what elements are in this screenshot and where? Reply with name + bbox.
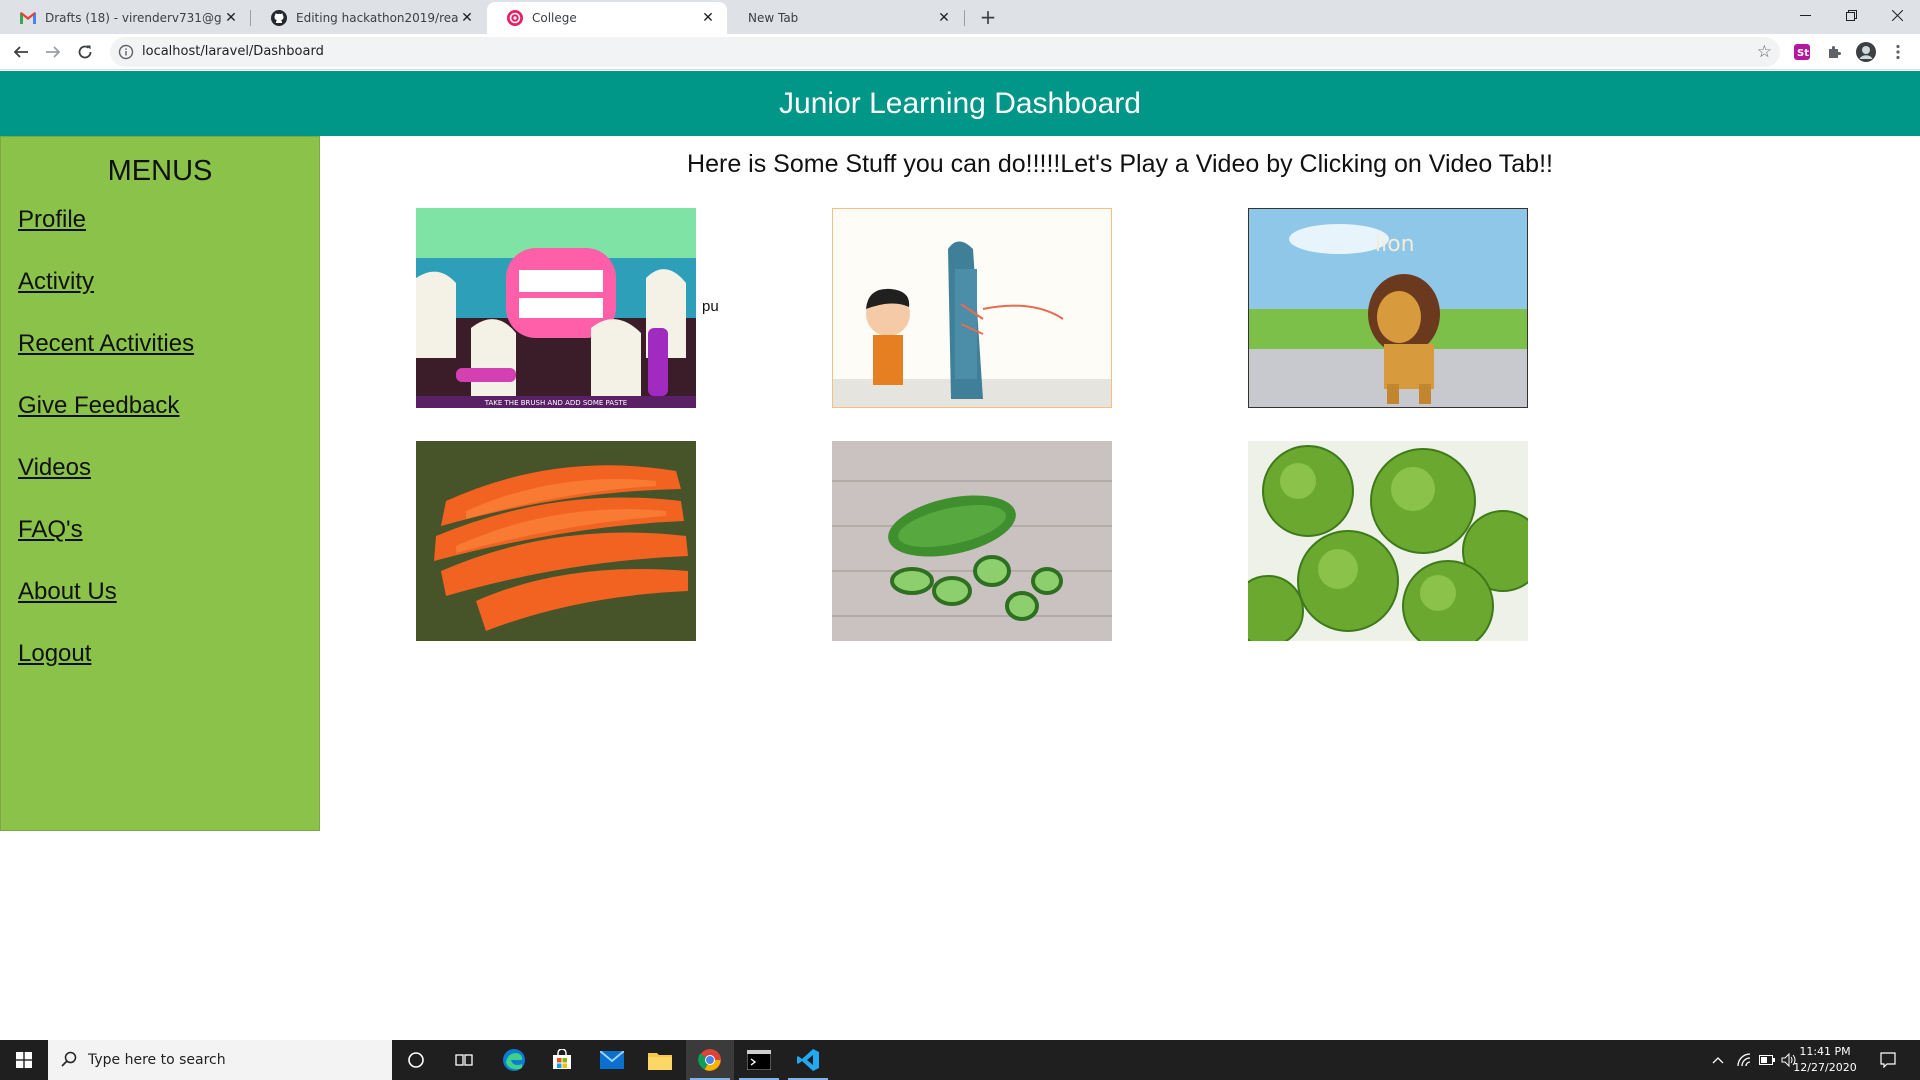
sidebar-menu: Profile Activity Recent Activities Give … <box>1 206 319 702</box>
close-window-icon[interactable] <box>1874 0 1920 30</box>
reload-icon[interactable] <box>72 39 98 65</box>
edge-browser-icon[interactable] <box>490 1040 538 1080</box>
forward-arrow-icon[interactable] <box>40 39 66 65</box>
sidebar-item-about-us[interactable]: About Us <box>18 578 319 640</box>
extensions-puzzle-icon[interactable] <box>1824 42 1844 62</box>
sidebar-title: MENUS <box>107 155 213 187</box>
carrots-image[interactable] <box>416 441 696 641</box>
close-tab-icon[interactable]: ✕ <box>458 10 476 26</box>
file-explorer-icon[interactable] <box>636 1040 684 1080</box>
new-tab-plus-icon[interactable]: + <box>976 5 1000 29</box>
stray-text: pu <box>702 298 719 315</box>
sidebar: MENUS Profile Activity Recent Activities… <box>0 136 320 831</box>
chrome-menu-icon[interactable] <box>1888 42 1908 62</box>
wifi-icon[interactable] <box>1734 1040 1756 1080</box>
search-placeholder: Type here to search <box>88 1052 226 1068</box>
tab-new-tab[interactable]: New Tab ✕ <box>728 2 963 34</box>
github-icon <box>271 10 287 26</box>
restore-icon[interactable] <box>1828 0 1874 30</box>
brussels-sprouts-image[interactable] <box>1248 441 1528 641</box>
show-hidden-icons-chevron-icon[interactable] <box>1704 1040 1732 1080</box>
sidebar-item-faqs[interactable]: FAQ's <box>18 516 319 578</box>
address-bar[interactable]: localhost/laravel/Dashboard ☆ <box>110 37 1780 67</box>
sidebar-item-profile[interactable]: Profile <box>18 206 319 268</box>
windows-start-icon[interactable] <box>0 1040 48 1080</box>
sidebar-item-videos[interactable]: Videos <box>18 454 319 516</box>
clock-date: 12/27/2020 <box>1793 1061 1857 1074</box>
browser-toolbar: localhost/laravel/Dashboard ☆ St <box>0 34 1920 70</box>
page-title: Junior Learning Dashboard <box>779 86 1141 120</box>
minimize-icon[interactable] <box>1782 0 1828 30</box>
sidebar-item-give-feedback[interactable]: Give Feedback <box>18 392 319 454</box>
tab-title: Editing hackathon2019/readme at master <box>296 11 458 25</box>
bitter-gourd-image[interactable] <box>832 441 1112 641</box>
site-info-icon[interactable] <box>118 44 134 60</box>
url-text: localhost/laravel/Dashboard <box>142 44 324 59</box>
tab-github[interactable]: Editing hackathon2019/readme at master ✕ <box>251 2 486 34</box>
task-view-icon[interactable] <box>440 1040 488 1080</box>
tab-separator <box>964 10 965 26</box>
tab-college[interactable]: College ✕ <box>487 2 727 34</box>
thumbnail-caption: lion <box>1375 232 1415 257</box>
browser-tab-strip: Drafts (18) - virenderv731@gmail.com ✕ E… <box>0 0 1920 34</box>
back-arrow-icon[interactable] <box>8 39 34 65</box>
main-heading: Here is Some Stuff you can do!!!!!Let's … <box>687 150 1553 178</box>
search-icon <box>60 1050 78 1072</box>
terminal-icon[interactable] <box>735 1040 783 1080</box>
sidebar-item-logout[interactable]: Logout <box>18 640 319 702</box>
svg-text:St: St <box>1797 48 1809 59</box>
thumbnail-caption: TAKE THE BRUSH AND ADD SOME PASTE <box>484 399 627 407</box>
tab-gmail[interactable]: Drafts (18) - virenderv731@gmail.com ✕ <box>0 2 250 34</box>
notifications-icon[interactable] <box>1868 1040 1908 1080</box>
vscode-icon[interactable] <box>784 1040 832 1080</box>
close-tab-icon[interactable]: ✕ <box>222 10 240 26</box>
teeth-brushing-video-thumbnail[interactable]: TAKE THE BRUSH AND ADD SOME PASTE <box>416 208 696 408</box>
tab-title: New Tab <box>748 11 799 25</box>
taskbar-search-box[interactable]: Type here to search <box>48 1040 392 1080</box>
sidebar-item-recent-activities[interactable]: Recent Activities <box>18 330 319 392</box>
windows-taskbar: Type here to search 11:41 PM 12/27/2020 <box>0 1040 1920 1080</box>
cortana-icon[interactable] <box>392 1040 440 1080</box>
microsoft-store-icon[interactable] <box>538 1040 586 1080</box>
stylish-extension-icon[interactable]: St <box>1792 42 1812 62</box>
clock-time: 11:41 PM <box>1799 1045 1851 1058</box>
gmail-icon <box>20 10 36 26</box>
sidebar-item-activity[interactable]: Activity <box>18 268 319 330</box>
dashboard-header: Junior Learning Dashboard <box>0 71 1920 136</box>
tab-title: College <box>532 11 577 25</box>
profile-avatar-icon[interactable] <box>1856 42 1876 62</box>
bookmark-star-icon[interactable]: ☆ <box>1757 42 1772 62</box>
shoe-lace-tying-video-thumbnail[interactable] <box>832 208 1112 408</box>
college-site-icon <box>507 10 523 26</box>
close-tab-icon[interactable]: ✕ <box>699 10 717 26</box>
mail-icon[interactable] <box>588 1040 636 1080</box>
close-tab-icon[interactable]: ✕ <box>935 10 953 26</box>
battery-icon[interactable] <box>1756 1040 1778 1080</box>
tab-title: Drafts (18) - virenderv731@gmail.com <box>45 11 222 25</box>
lion-video-thumbnail[interactable]: lion <box>1248 208 1528 408</box>
system-clock[interactable]: 11:41 PM 12/27/2020 <box>1790 1044 1860 1076</box>
chrome-taskbar-icon[interactable] <box>686 1040 734 1080</box>
